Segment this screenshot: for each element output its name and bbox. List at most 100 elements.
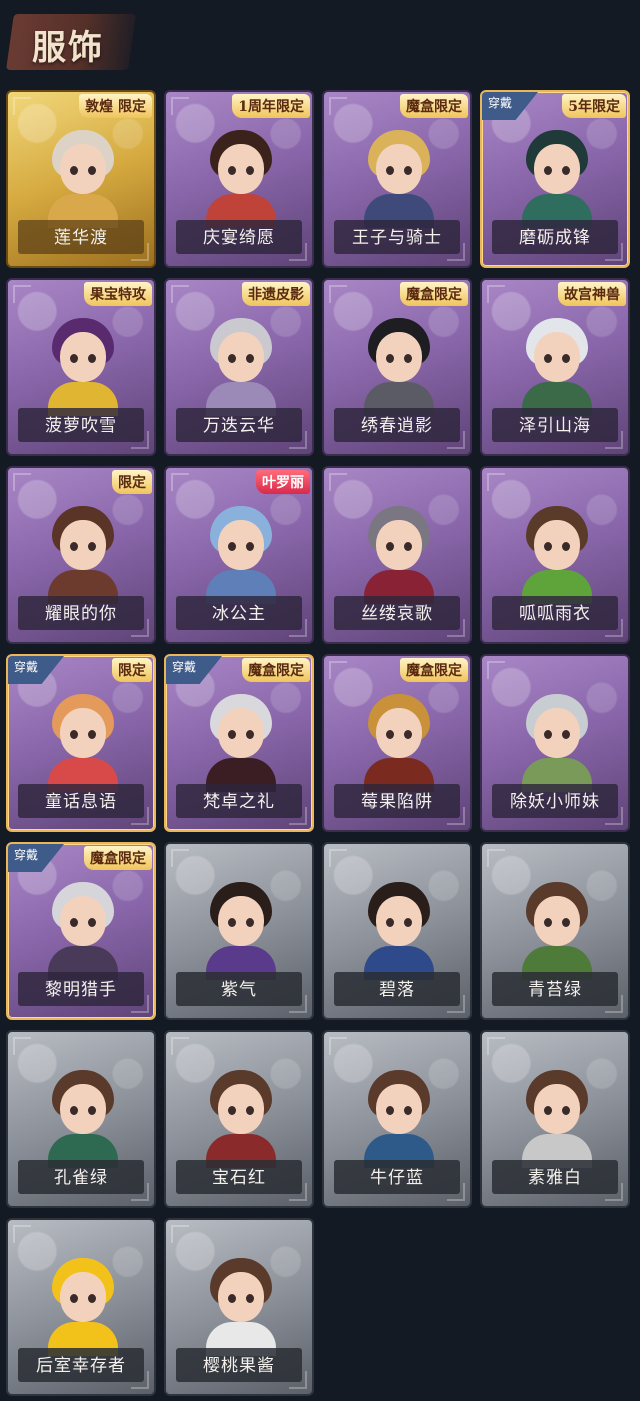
costume-name: 莲华渡	[54, 228, 108, 248]
costume-name: 磨砺成锋	[519, 228, 591, 248]
page-title: 服饰	[32, 28, 104, 68]
costume-card[interactable]: 魔盒限定 穿戴 梵卓之礼	[164, 654, 314, 832]
costume-grid: 敦煌 限定 莲华渡 1周年限定 庆宴绮愿 魔盒限定 王子与骑士 5年限定 穿戴 磨砺成锋 果宝特攻…	[6, 90, 636, 1398]
card-frame-corner	[171, 1225, 189, 1243]
limited-badge: 限定	[112, 470, 152, 494]
portrait-eye	[228, 918, 236, 927]
costume-card[interactable]: 丝缕哀歌	[322, 466, 472, 644]
portrait-eye	[386, 918, 394, 927]
card-frame-corner	[13, 1037, 31, 1055]
character-portrait	[204, 1246, 278, 1356]
costume-card[interactable]: 故宫神兽 泽引山海	[480, 278, 630, 456]
costume-card[interactable]: 限定 穿戴 童话息语	[6, 654, 156, 832]
portrait-face	[534, 708, 580, 758]
costume-card[interactable]: 除妖小师妹	[480, 654, 630, 832]
character-portrait	[362, 1058, 436, 1168]
portrait-eye	[386, 730, 394, 739]
character-portrait	[46, 494, 120, 604]
costume-card[interactable]: 樱桃果酱	[164, 1218, 314, 1396]
costume-card[interactable]: 素雅白	[480, 1030, 630, 1208]
card-frame-corner	[329, 285, 347, 303]
portrait-eye	[562, 166, 570, 175]
portrait-eye	[88, 542, 96, 551]
limited-badge: 魔盒限定	[400, 94, 468, 118]
costume-card[interactable]: 魔盒限定 莓果陷阱	[322, 654, 472, 832]
costume-card[interactable]: 碧落	[322, 842, 472, 1020]
costume-name: 樱桃果酱	[203, 1356, 275, 1376]
portrait-face	[376, 1084, 422, 1134]
portrait-face	[376, 520, 422, 570]
portrait-eye	[404, 1106, 412, 1115]
limited-badge: 故宫神兽	[558, 282, 626, 306]
character-portrait	[520, 494, 594, 604]
portrait-eye	[386, 354, 394, 363]
character-portrait	[362, 306, 436, 416]
portrait-eye	[404, 730, 412, 739]
portrait-eye	[88, 354, 96, 363]
card-frame-corner	[13, 1225, 31, 1243]
portrait-face	[60, 1084, 106, 1134]
portrait-eye	[562, 918, 570, 927]
costume-name: 万迭云华	[203, 416, 275, 436]
portrait-face	[218, 1272, 264, 1322]
portrait-face	[376, 896, 422, 946]
character-portrait	[362, 494, 436, 604]
character-portrait	[520, 870, 594, 980]
card-frame-corner	[13, 285, 31, 303]
costume-card[interactable]: 魔盒限定王子与骑士	[322, 90, 472, 268]
portrait-face	[534, 1084, 580, 1134]
costume-name: 王子与骑士	[352, 228, 442, 248]
costume-card[interactable]: 青苔绿	[480, 842, 630, 1020]
costume-card[interactable]: 敦煌 限定 莲华渡	[6, 90, 156, 268]
card-frame-corner	[487, 661, 505, 679]
portrait-eye	[544, 542, 552, 551]
costume-card[interactable]: 5年限定 穿戴 磨砺成锋	[480, 90, 630, 268]
costume-card[interactable]: 1周年限定 庆宴绮愿	[164, 90, 314, 268]
costume-card[interactable]: 孔雀绿	[6, 1030, 156, 1208]
portrait-eye	[562, 542, 570, 551]
costume-card[interactable]: 宝石红	[164, 1030, 314, 1208]
portrait-face	[534, 896, 580, 946]
costume-name: 宝石红	[212, 1168, 266, 1188]
portrait-face	[218, 144, 264, 194]
character-portrait	[204, 1058, 278, 1168]
costume-card[interactable]: 呱呱雨衣	[480, 466, 630, 644]
costume-card[interactable]: 非遗皮影 万迭云华	[164, 278, 314, 456]
costume-name: 黎明猎手	[45, 980, 117, 1000]
portrait-eye	[246, 166, 254, 175]
portrait-eye	[404, 166, 412, 175]
card-frame-corner	[13, 473, 31, 491]
costume-name: 丝缕哀歌	[361, 604, 433, 624]
costume-card[interactable]: 叶罗丽 冰公主	[164, 466, 314, 644]
card-frame-corner	[329, 1037, 347, 1055]
costume-name: 碧落	[379, 980, 415, 1000]
portrait-face	[218, 332, 264, 382]
character-portrait	[520, 682, 594, 792]
costume-card[interactable]: 魔盒限定 穿戴 黎明猎手	[6, 842, 156, 1020]
costume-card[interactable]: 魔盒限定 绣春逍影	[322, 278, 472, 456]
portrait-eye	[562, 730, 570, 739]
portrait-eye	[386, 166, 394, 175]
character-portrait	[46, 118, 120, 228]
costume-card[interactable]: 紫气	[164, 842, 314, 1020]
portrait-eye	[386, 1106, 394, 1115]
portrait-eye	[544, 1106, 552, 1115]
card-frame-corner	[329, 97, 347, 115]
character-portrait	[362, 870, 436, 980]
limited-badge: 魔盒限定	[242, 658, 310, 682]
card-frame-corner	[487, 1037, 505, 1055]
character-portrait	[204, 118, 278, 228]
portrait-eye	[544, 730, 552, 739]
costume-name: 绣春逍影	[361, 416, 433, 436]
costume-card[interactable]: 牛仔蓝	[322, 1030, 472, 1208]
portrait-eye	[544, 918, 552, 927]
costume-card[interactable]: 限定 耀眼的你	[6, 466, 156, 644]
costume-card[interactable]: 果宝特攻 菠萝吹雪	[6, 278, 156, 456]
character-portrait	[204, 306, 278, 416]
portrait-face	[218, 896, 264, 946]
portrait-eye	[246, 354, 254, 363]
limited-badge: 1周年限定	[232, 94, 310, 118]
costume-card[interactable]: 后室幸存者	[6, 1218, 156, 1396]
portrait-eye	[228, 166, 236, 175]
card-frame-corner	[171, 849, 189, 867]
